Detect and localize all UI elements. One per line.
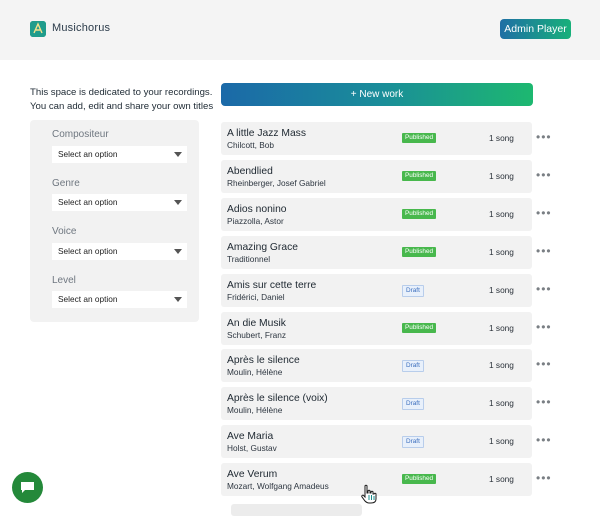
more-horizontal-icon[interactable]: ••• — [536, 321, 552, 333]
hand-pointer-cursor-icon — [361, 484, 377, 504]
status-badge: Draft — [402, 360, 424, 373]
work-composer: Moulin, Hélène — [227, 405, 283, 416]
chevron-down-icon — [174, 152, 182, 157]
voice-select[interactable]: Select an option — [52, 243, 187, 260]
filters-panel: Compositeur Select an option Genre Selec… — [30, 120, 199, 322]
work-row[interactable]: Ave Maria Holst, Gustav Draft 1 song ••• — [221, 425, 551, 459]
filter-label-voice: Voice — [52, 226, 77, 237]
work-title: Après le silence (voix) — [227, 393, 328, 405]
song-count: 1 song — [489, 208, 514, 219]
chat-button[interactable] — [12, 472, 43, 503]
song-count: 1 song — [489, 360, 514, 371]
more-horizontal-icon[interactable]: ••• — [536, 472, 552, 484]
work-title: Abendlied — [227, 165, 273, 177]
more-horizontal-icon[interactable]: ••• — [536, 434, 552, 446]
song-count: 1 song — [489, 322, 514, 333]
more-horizontal-icon[interactable]: ••• — [536, 396, 552, 408]
work-composer: Traditionnel — [227, 253, 271, 264]
more-horizontal-icon[interactable]: ••• — [536, 169, 552, 181]
work-composer: Schubert, Franz — [227, 329, 287, 340]
work-row[interactable]: Après le silence Moulin, Hélène Draft 1 son… — [221, 349, 551, 383]
intro-line-2: You can add, edit and share your own tit… — [30, 100, 214, 112]
work-composer: Rheinberger, Josef Gabriel — [227, 177, 326, 188]
filter-label-level: Level — [52, 275, 76, 286]
top-bar: Musichorus Admin Player — [0, 0, 600, 60]
compositeur-select[interactable]: Select an option — [52, 146, 187, 163]
admin-player-button[interactable]: Admin Player — [500, 19, 571, 39]
compositeur-select-value: Select an option — [58, 149, 118, 159]
work-title: Ave Maria — [227, 431, 274, 443]
work-row[interactable]: An die Musik Schubert, Franz Published 1 so… — [221, 311, 551, 345]
status-badge: Published — [402, 133, 437, 143]
work-composer: Mozart, Wolfgang Amadeus — [227, 481, 329, 492]
chevron-down-icon — [174, 200, 182, 205]
brand-name: Musichorus — [52, 22, 111, 34]
chevron-down-icon — [174, 249, 182, 254]
filter-label-compositeur: Compositeur — [52, 129, 109, 140]
song-count: 1 song — [489, 246, 514, 257]
genre-select[interactable]: Select an option — [52, 194, 187, 211]
status-badge: Published — [402, 322, 437, 333]
status-badge: Draft — [402, 398, 424, 411]
work-row[interactable]: Amis sur cette terre Fridérici, Daniel Dra… — [221, 273, 551, 307]
song-count: 1 song — [489, 284, 514, 295]
more-horizontal-icon[interactable]: ••• — [536, 207, 552, 219]
work-title: A little Jazz Mass — [227, 128, 306, 139]
work-composer: Piazzolla, Astor — [227, 215, 284, 226]
work-title: Adios nonino — [227, 203, 287, 215]
status-badge: Published — [402, 474, 437, 485]
song-count: 1 song — [489, 474, 514, 485]
work-title: An die Musik — [227, 317, 286, 329]
work-composer: Moulin, Hélène — [227, 367, 283, 378]
status-badge: Published — [402, 170, 437, 181]
song-count: 1 song — [489, 170, 514, 181]
musichorus-logo-icon[interactable] — [30, 21, 46, 37]
status-badge: Published — [402, 208, 437, 219]
work-composer: Holst, Gustav — [227, 443, 277, 454]
pagination-button[interactable] — [231, 504, 362, 516]
level-select-value: Select an option — [58, 294, 118, 304]
new-work-button[interactable]: + New work — [221, 83, 533, 106]
work-composer: Chilcott, Bob — [227, 140, 275, 150]
more-horizontal-icon[interactable]: ••• — [536, 358, 552, 370]
status-badge: Draft — [402, 436, 424, 449]
song-count: 1 song — [489, 133, 514, 143]
status-badge: Draft — [402, 284, 424, 297]
work-title: Amazing Grace — [227, 241, 298, 253]
level-select[interactable]: Select an option — [52, 291, 187, 308]
genre-select-value: Select an option — [58, 197, 118, 207]
work-row[interactable]: Adios nonino Piazzolla, Astor Published 1 s… — [221, 197, 551, 231]
intro-text: This space is dedicated to your recordin… — [30, 86, 215, 113]
work-title: Amis sur cette terre — [227, 279, 317, 291]
work-title: Ave Verum — [227, 469, 278, 481]
work-row[interactable]: Amazing Grace Traditionnel Published 1 song… — [221, 235, 551, 269]
work-row[interactable]: Abendlied Rheinberger, Josef Gabriel Publi… — [221, 159, 551, 193]
intro-line-1: This space is dedicated to your recordin… — [30, 87, 213, 98]
work-row[interactable]: A little Jazz Mass Chilcott, Bob Published… — [221, 122, 551, 155]
chevron-down-icon — [174, 297, 182, 302]
more-horizontal-icon[interactable]: ••• — [536, 283, 552, 295]
filter-label-genre: Genre — [52, 178, 80, 189]
song-count: 1 song — [489, 436, 514, 447]
song-count: 1 song — [489, 398, 514, 409]
voice-select-value: Select an option — [58, 246, 118, 256]
more-horizontal-icon[interactable]: ••• — [536, 245, 552, 257]
work-title: Après le silence — [227, 355, 300, 367]
work-row[interactable]: Après le silence (voix) Moulin, Hélène Dra… — [221, 387, 551, 421]
chat-bubble-icon — [21, 482, 34, 493]
work-composer: Fridérici, Daniel — [227, 291, 285, 302]
more-horizontal-icon[interactable]: ••• — [536, 131, 552, 143]
status-badge: Published — [402, 246, 437, 257]
